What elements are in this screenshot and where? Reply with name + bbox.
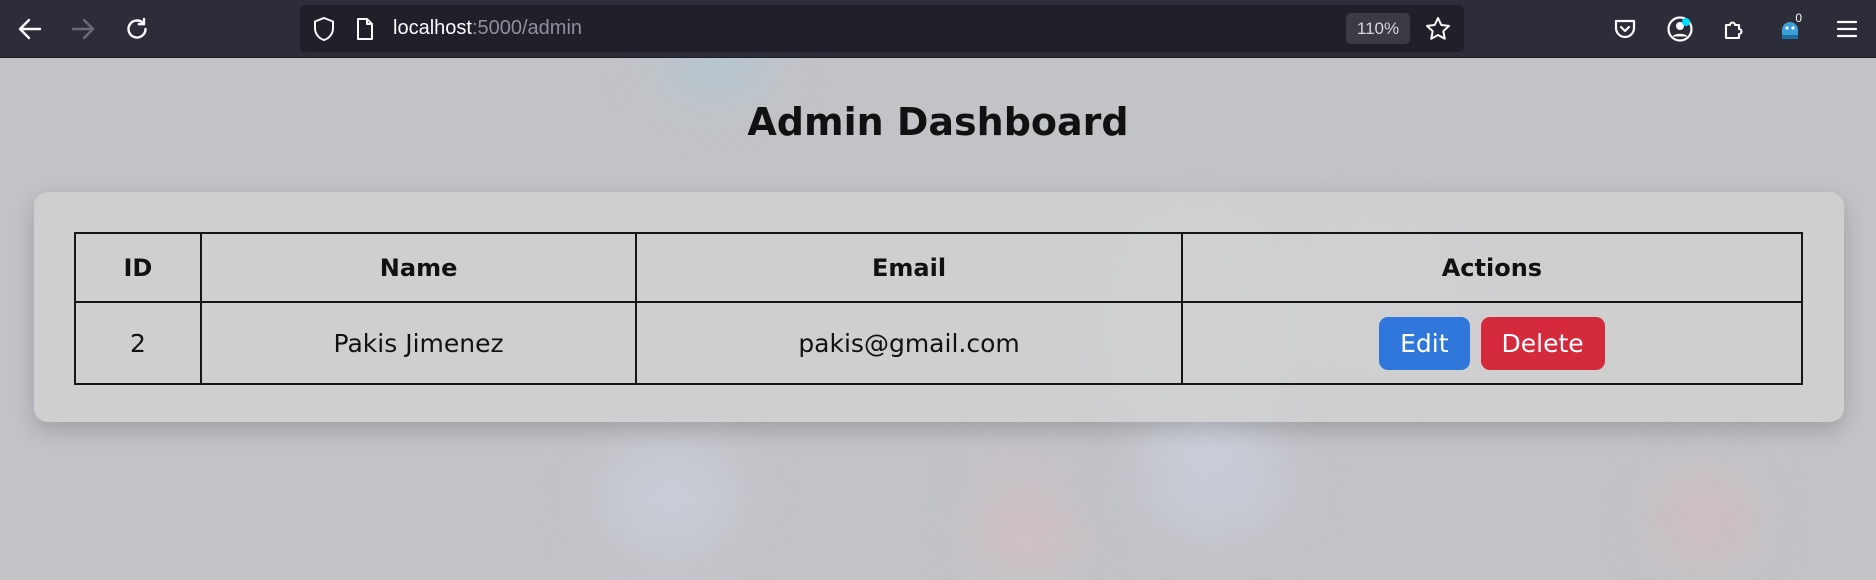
extension-app-button[interactable]: 0 bbox=[1773, 12, 1807, 46]
table-row: 2 Pakis Jimenez pakis@gmail.com Edit Dele… bbox=[74, 301, 1804, 385]
url-host: localhost bbox=[393, 17, 472, 39]
users-table: ID Name Email Actions 2 Pakis Jimenez pa… bbox=[74, 232, 1804, 385]
hamburger-menu-icon bbox=[1835, 17, 1859, 41]
url-path: :5000/admin bbox=[471, 17, 583, 39]
page-title: Admin Dashboard bbox=[747, 100, 1129, 144]
arrow-right-icon bbox=[70, 16, 96, 42]
background-blur bbox=[980, 498, 1070, 568]
account-icon bbox=[1666, 15, 1694, 43]
users-card: ID Name Email Actions 2 Pakis Jimenez pa… bbox=[34, 192, 1844, 422]
menu-button[interactable] bbox=[1830, 12, 1864, 46]
star-icon[interactable] bbox=[1424, 15, 1452, 47]
background-blur bbox=[1140, 418, 1290, 538]
background-blur bbox=[660, 58, 770, 98]
browser-toolbar: localhost:5000/admin 110% 0 bbox=[0, 0, 1876, 58]
background-blur bbox=[1660, 478, 1750, 558]
background-blur bbox=[990, 438, 1050, 488]
arrow-left-icon bbox=[17, 16, 43, 42]
cell-id: 2 bbox=[74, 301, 202, 385]
puzzle-icon bbox=[1721, 16, 1747, 42]
account-button[interactable] bbox=[1663, 12, 1697, 46]
extension-badge-count: 0 bbox=[1795, 11, 1802, 25]
url-text[interactable]: localhost:5000/admin bbox=[393, 5, 582, 52]
forward-button[interactable] bbox=[66, 12, 100, 46]
cell-email: pakis@gmail.com bbox=[635, 301, 1183, 385]
edit-button[interactable]: Edit bbox=[1379, 316, 1470, 370]
column-header-name: Name bbox=[199, 232, 638, 303]
reload-icon bbox=[124, 16, 150, 42]
cell-actions: Edit Delete bbox=[1180, 301, 1804, 385]
column-header-email: Email bbox=[635, 232, 1183, 303]
address-bar[interactable]: localhost:5000/admin 110% bbox=[300, 5, 1464, 52]
notification-dot bbox=[1682, 18, 1690, 26]
table-header-row: ID Name Email Actions bbox=[74, 232, 1804, 303]
extension-icon: 0 bbox=[1777, 12, 1803, 42]
back-button[interactable] bbox=[13, 12, 47, 46]
reload-button[interactable] bbox=[120, 12, 154, 46]
zoom-level-badge[interactable]: 110% bbox=[1346, 13, 1410, 44]
column-header-actions: Actions bbox=[1180, 232, 1804, 303]
cell-name: Pakis Jimenez bbox=[199, 301, 638, 385]
delete-button[interactable]: Delete bbox=[1480, 316, 1605, 370]
pocket-icon bbox=[1612, 16, 1638, 42]
pocket-button[interactable] bbox=[1608, 12, 1642, 46]
page-content: Admin Dashboard ID Name Email Actions 2 bbox=[0, 58, 1876, 580]
page-icon[interactable] bbox=[355, 17, 375, 45]
column-header-id: ID bbox=[74, 232, 202, 303]
shield-icon[interactable] bbox=[312, 16, 336, 46]
background-blur bbox=[600, 438, 740, 558]
extensions-button[interactable] bbox=[1717, 12, 1751, 46]
